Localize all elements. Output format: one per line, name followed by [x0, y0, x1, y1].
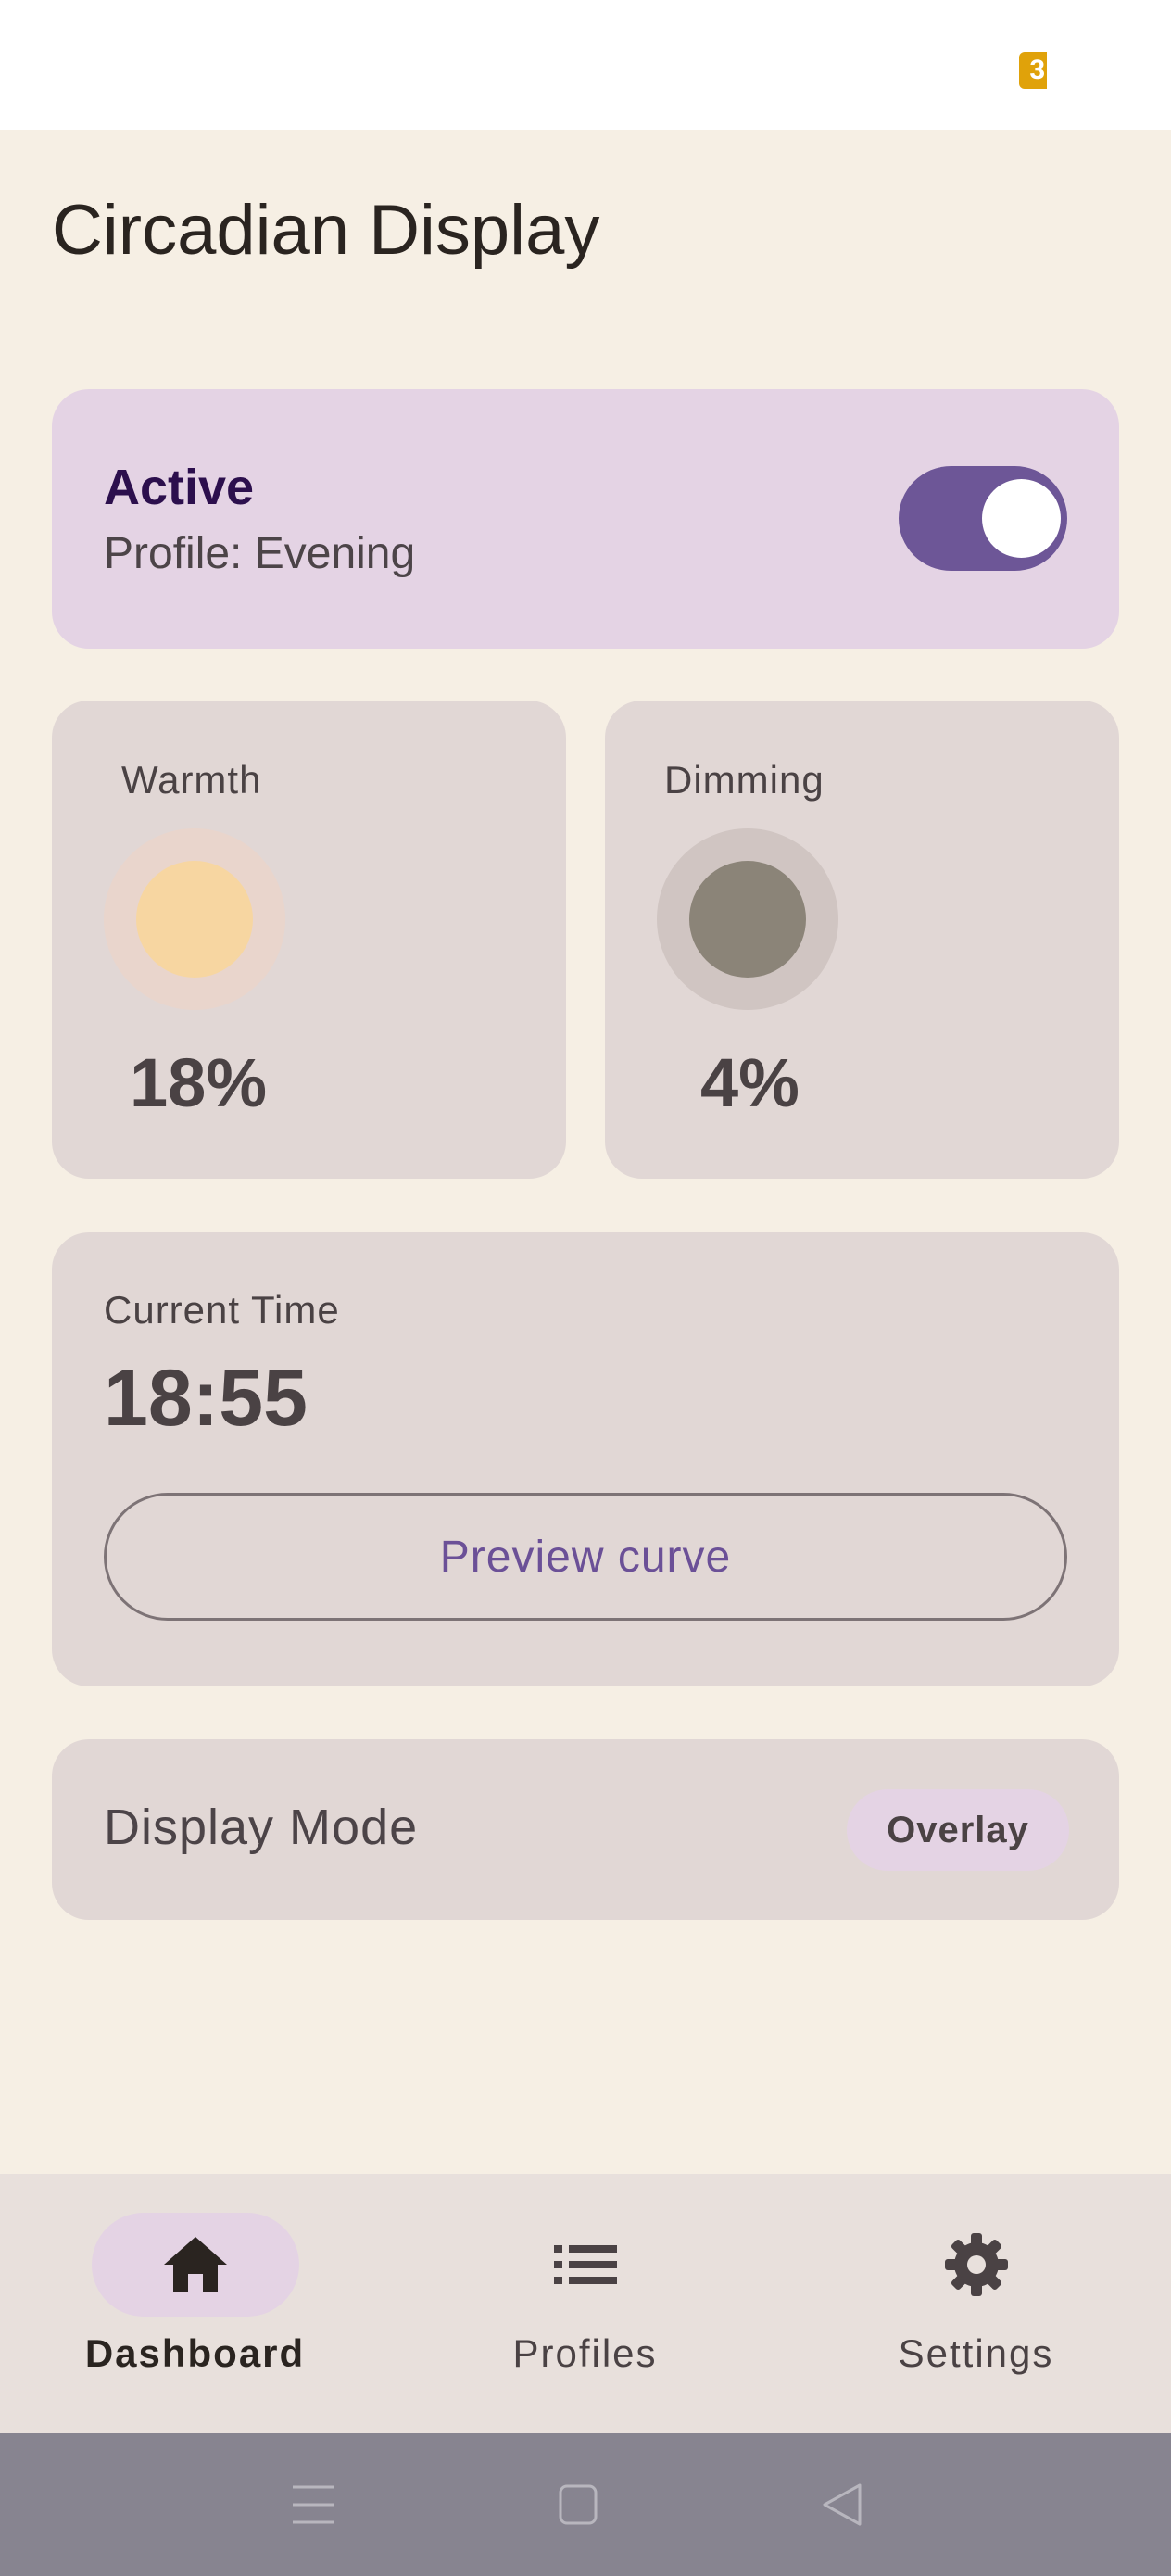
menu-icon[interactable] [291, 2481, 335, 2528]
warmth-value: 18% [130, 1044, 268, 1121]
nav-pill [482, 2213, 689, 2317]
current-time-value: 18:55 [104, 1354, 308, 1443]
nav-item-settings[interactable]: Settings [781, 2174, 1171, 2433]
nav-pill [873, 2213, 1080, 2317]
battery-indicator: 3 [1019, 52, 1047, 89]
nav-item-dashboard[interactable]: Dashboard [0, 2174, 390, 2433]
nav-label-profiles: Profiles [512, 2331, 658, 2375]
dimming-value: 4% [700, 1044, 800, 1121]
display-mode-label: Display Mode [104, 1799, 419, 1855]
page-title: Circadian Display [52, 191, 600, 270]
current-time-card: Current Time 18:55 Preview curve [52, 1232, 1119, 1686]
active-status-title: Active [104, 460, 255, 515]
active-toggle[interactable] [899, 466, 1067, 571]
display-mode-card[interactable]: Display Mode Overlay [52, 1739, 1119, 1920]
bottom-navigation: Dashboard Profiles Settings [0, 2174, 1171, 2433]
warmth-indicator-icon [104, 828, 285, 1010]
list-icon [553, 2245, 617, 2284]
dimming-label: Dimming [664, 758, 825, 802]
nav-label-dashboard: Dashboard [84, 2331, 306, 2375]
toggle-knob [982, 479, 1061, 558]
system-navigation-bar [0, 2433, 1171, 2576]
battery-text: 3 [1029, 55, 1045, 85]
display-mode-chip[interactable]: Overlay [847, 1789, 1069, 1871]
active-card: Active Profile: Evening [52, 389, 1119, 649]
current-time-label: Current Time [104, 1288, 340, 1332]
dimming-indicator-icon [657, 828, 838, 1010]
warmth-core [136, 861, 253, 978]
active-profile-label: Profile: Evening [104, 529, 416, 578]
back-icon[interactable] [821, 2481, 863, 2528]
home-icon [163, 2237, 227, 2292]
warmth-label: Warmth [121, 758, 262, 802]
status-bar: 3 [0, 0, 1171, 130]
preview-curve-button[interactable]: Preview curve [104, 1493, 1067, 1621]
dimming-core [689, 861, 806, 978]
dimming-card[interactable]: Dimming 4% [605, 701, 1119, 1179]
nav-label-settings: Settings [898, 2331, 1054, 2375]
home-square-icon[interactable] [558, 2481, 598, 2528]
warmth-card[interactable]: Warmth 18% [52, 701, 566, 1179]
gear-icon [944, 2233, 1008, 2296]
nav-active-pill [91, 2213, 299, 2317]
nav-item-profiles[interactable]: Profiles [390, 2174, 780, 2433]
